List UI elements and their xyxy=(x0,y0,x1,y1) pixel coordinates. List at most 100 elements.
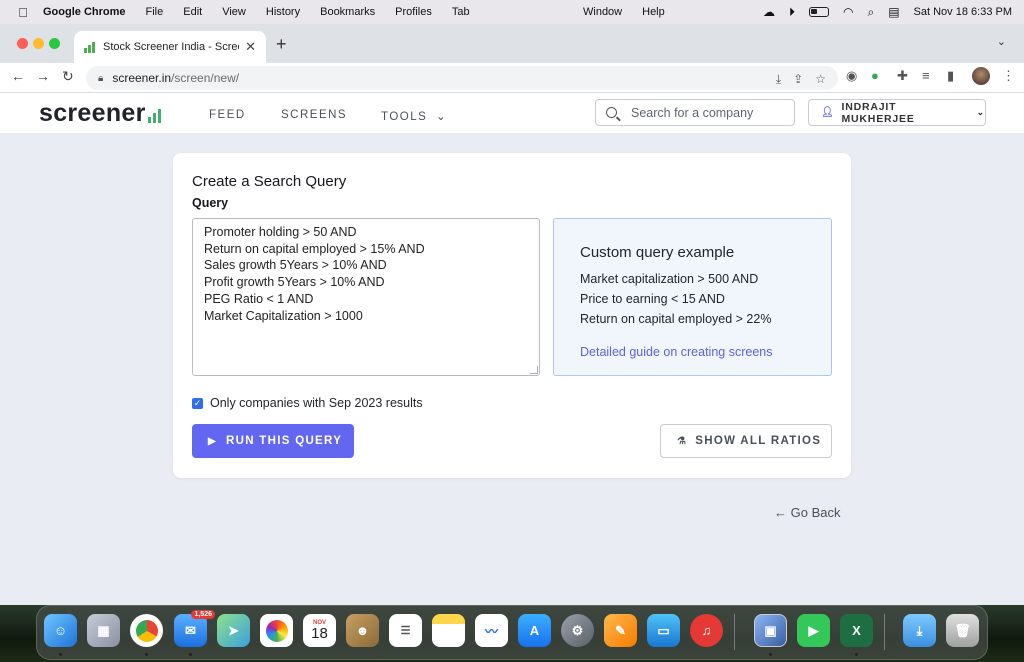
system-settings-icon[interactable]: ⚙ xyxy=(561,614,594,647)
query-label: Query xyxy=(192,196,229,210)
finder-icon[interactable]: ☺ xyxy=(44,614,77,647)
calendar-icon[interactable]: NOV 18 xyxy=(303,614,336,647)
url-path: /screen/new/ xyxy=(171,71,240,85)
freeform-icon[interactable]: 〰 xyxy=(475,614,508,647)
launchpad-icon[interactable]: ▦ xyxy=(87,614,120,647)
macos-dock: ☺ ▦ ✉ 1,526 ➤ NOV 18 ☻ ☰ 〰 A ⚙ ✎ ▭ ♫ ▣ ▶ X… xyxy=(36,605,988,660)
show-all-ratios-button[interactable]: ⚗ SHOW ALL RATIOS xyxy=(660,424,832,458)
reading-list-icon[interactable]: ≡ xyxy=(922,68,930,83)
tab-close-icon[interactable]: ✕ xyxy=(245,39,256,55)
running-indicator xyxy=(145,653,148,656)
tab-search-chevron-icon[interactable]: ⌄ xyxy=(997,35,1006,48)
bookmark-star-icon[interactable]: ☆ xyxy=(815,72,826,87)
spotlight-search-icon[interactable]: ⌕ xyxy=(867,5,874,20)
preview-icon[interactable]: ▣ xyxy=(754,614,787,647)
chrome-profile-avatar[interactable] xyxy=(972,67,990,85)
menu-history[interactable]: History xyxy=(266,6,300,18)
address-bar[interactable]: 🔒︎ screener.in/screen/new/ ⤓ ⇪ ☆ xyxy=(86,66,838,90)
reminders-icon[interactable]: ☰ xyxy=(389,614,422,647)
notes-icon[interactable] xyxy=(432,614,465,647)
query-textarea[interactable]: Promoter holding > 50 AND Return on capi… xyxy=(192,218,540,376)
nav-tools[interactable]: TOOLS ⌄ xyxy=(381,109,447,123)
menu-app-name[interactable]: Google Chrome xyxy=(43,6,126,18)
window-zoom-button[interactable] xyxy=(49,38,60,49)
go-back-link[interactable]: ← Go Back xyxy=(774,505,840,520)
nav-feed[interactable]: FEED xyxy=(209,109,246,121)
downloads-folder-icon[interactable]: ⤓ xyxy=(903,614,936,647)
wifi-icon[interactable]: ◠ xyxy=(843,5,853,19)
side-panel-icon[interactable]: ▮ xyxy=(947,68,954,84)
menu-file[interactable]: File xyxy=(146,6,164,18)
user-menu-button[interactable]: 👤︎ INDRAJIT MUKHERJEE ⌄ xyxy=(808,99,986,126)
user-menu-chevron-icon: ⌄ xyxy=(976,107,985,117)
mail-unread-badge: 1,526 xyxy=(191,610,215,619)
window-close-button[interactable] xyxy=(17,38,28,49)
chrome-menu-kebab-icon[interactable]: ⋮ xyxy=(1002,68,1015,84)
running-indicator xyxy=(59,653,62,656)
music-app-icon[interactable]: ♫ xyxy=(690,614,723,647)
photos-icon[interactable] xyxy=(260,614,293,647)
menu-edit[interactable]: Edit xyxy=(183,6,202,18)
control-center-icon[interactable]: ▤ xyxy=(888,5,899,19)
run-query-label: RUN THIS QUERY xyxy=(226,435,343,447)
latest-results-filter[interactable]: ✓ Only companies with Sep 2023 results xyxy=(192,396,423,410)
custom-query-example-panel: Custom query example Market capitalizati… xyxy=(553,218,832,376)
running-indicator xyxy=(189,653,192,656)
screener-logo[interactable]: screener xyxy=(39,99,161,128)
query-card-title: Create a Search Query xyxy=(192,173,347,190)
play-circle-icon[interactable]: ⏵ xyxy=(789,5,795,20)
mail-icon[interactable]: ✉ 1,526 xyxy=(174,610,215,647)
nav-screens[interactable]: SCREENS xyxy=(281,109,347,121)
pages-icon[interactable]: ✎ xyxy=(604,614,637,647)
chevron-down-icon: ⌄ xyxy=(435,111,448,123)
back-arrow-icon[interactable]: ← xyxy=(11,68,25,84)
browser-tab[interactable]: Stock Screener India - Screen ✕ xyxy=(74,31,266,63)
app-store-icon[interactable]: A xyxy=(518,614,551,647)
show-all-ratios-label: SHOW ALL RATIOS xyxy=(695,435,822,447)
textarea-resize-handle[interactable] xyxy=(530,366,538,374)
cloud-icon[interactable]: ☁ xyxy=(763,5,775,19)
apple-logo-icon[interactable]:  xyxy=(15,5,31,20)
example-line-2: Price to earning < 15 AND xyxy=(580,292,725,306)
search-icon xyxy=(606,107,617,118)
install-app-icon[interactable]: ⤓ xyxy=(776,72,781,87)
contacts-icon[interactable]: ☻ xyxy=(346,614,379,647)
lock-icon[interactable]: 🔒︎ xyxy=(98,73,103,84)
logo-text: screener xyxy=(39,99,146,127)
checkbox-checked-icon[interactable]: ✓ xyxy=(192,397,203,409)
chrome-tab-strip: Stock Screener India - Screen ✕ + ⌄ xyxy=(0,24,1024,63)
reload-icon[interactable]: ↻ xyxy=(62,68,74,85)
keynote-icon[interactable]: ▭ xyxy=(647,614,680,647)
page-viewport: screener FEED SCREENS TOOLS ⌄ 👤︎ INDRAJI… xyxy=(0,93,1024,605)
calendar-day: 18 xyxy=(311,625,328,642)
user-icon: 👤︎ xyxy=(821,107,835,118)
url-host: screener.in xyxy=(112,71,172,85)
latest-results-label: Only companies with Sep 2023 results xyxy=(210,396,423,410)
menubar-clock[interactable]: Sat Nov 18 6:33 PM xyxy=(914,6,1012,18)
excel-icon[interactable]: X xyxy=(840,614,873,647)
menu-help[interactable]: Help xyxy=(642,6,665,18)
forward-arrow-icon[interactable]: → xyxy=(36,68,50,84)
menu-view[interactable]: View xyxy=(222,6,246,18)
new-tab-plus-icon[interactable]: + xyxy=(276,34,287,55)
share-icon[interactable]: ⇪ xyxy=(793,72,803,87)
facetime-icon[interactable]: ▶ xyxy=(797,614,830,647)
menu-profiles[interactable]: Profiles xyxy=(395,6,432,18)
company-search[interactable] xyxy=(595,99,795,126)
extension-icon-1[interactable]: ◉ xyxy=(846,68,857,84)
battery-icon[interactable] xyxy=(808,7,829,17)
trash-icon[interactable]: 🗑︎ xyxy=(946,614,979,647)
window-minimize-button[interactable] xyxy=(33,38,44,49)
screener-favicon-icon xyxy=(84,41,95,53)
chrome-toolbar: ← → ↻ 🔒︎ screener.in/screen/new/ ⤓ ⇪ ☆ ◉… xyxy=(0,63,1024,93)
screens-guide-link[interactable]: Detailed guide on creating screens xyxy=(580,345,772,359)
company-search-input[interactable] xyxy=(631,105,781,120)
grammarly-extension-icon[interactable]: ● xyxy=(871,68,879,83)
menu-tab[interactable]: Tab xyxy=(452,6,470,18)
menu-bookmarks[interactable]: Bookmarks xyxy=(320,6,375,18)
menu-window[interactable]: Window xyxy=(583,6,622,18)
chrome-icon[interactable] xyxy=(130,614,163,647)
extensions-puzzle-icon[interactable]: ✚ xyxy=(897,68,908,84)
run-query-button[interactable]: ▶ RUN THIS QUERY xyxy=(192,424,354,458)
maps-icon[interactable]: ➤ xyxy=(217,614,250,647)
